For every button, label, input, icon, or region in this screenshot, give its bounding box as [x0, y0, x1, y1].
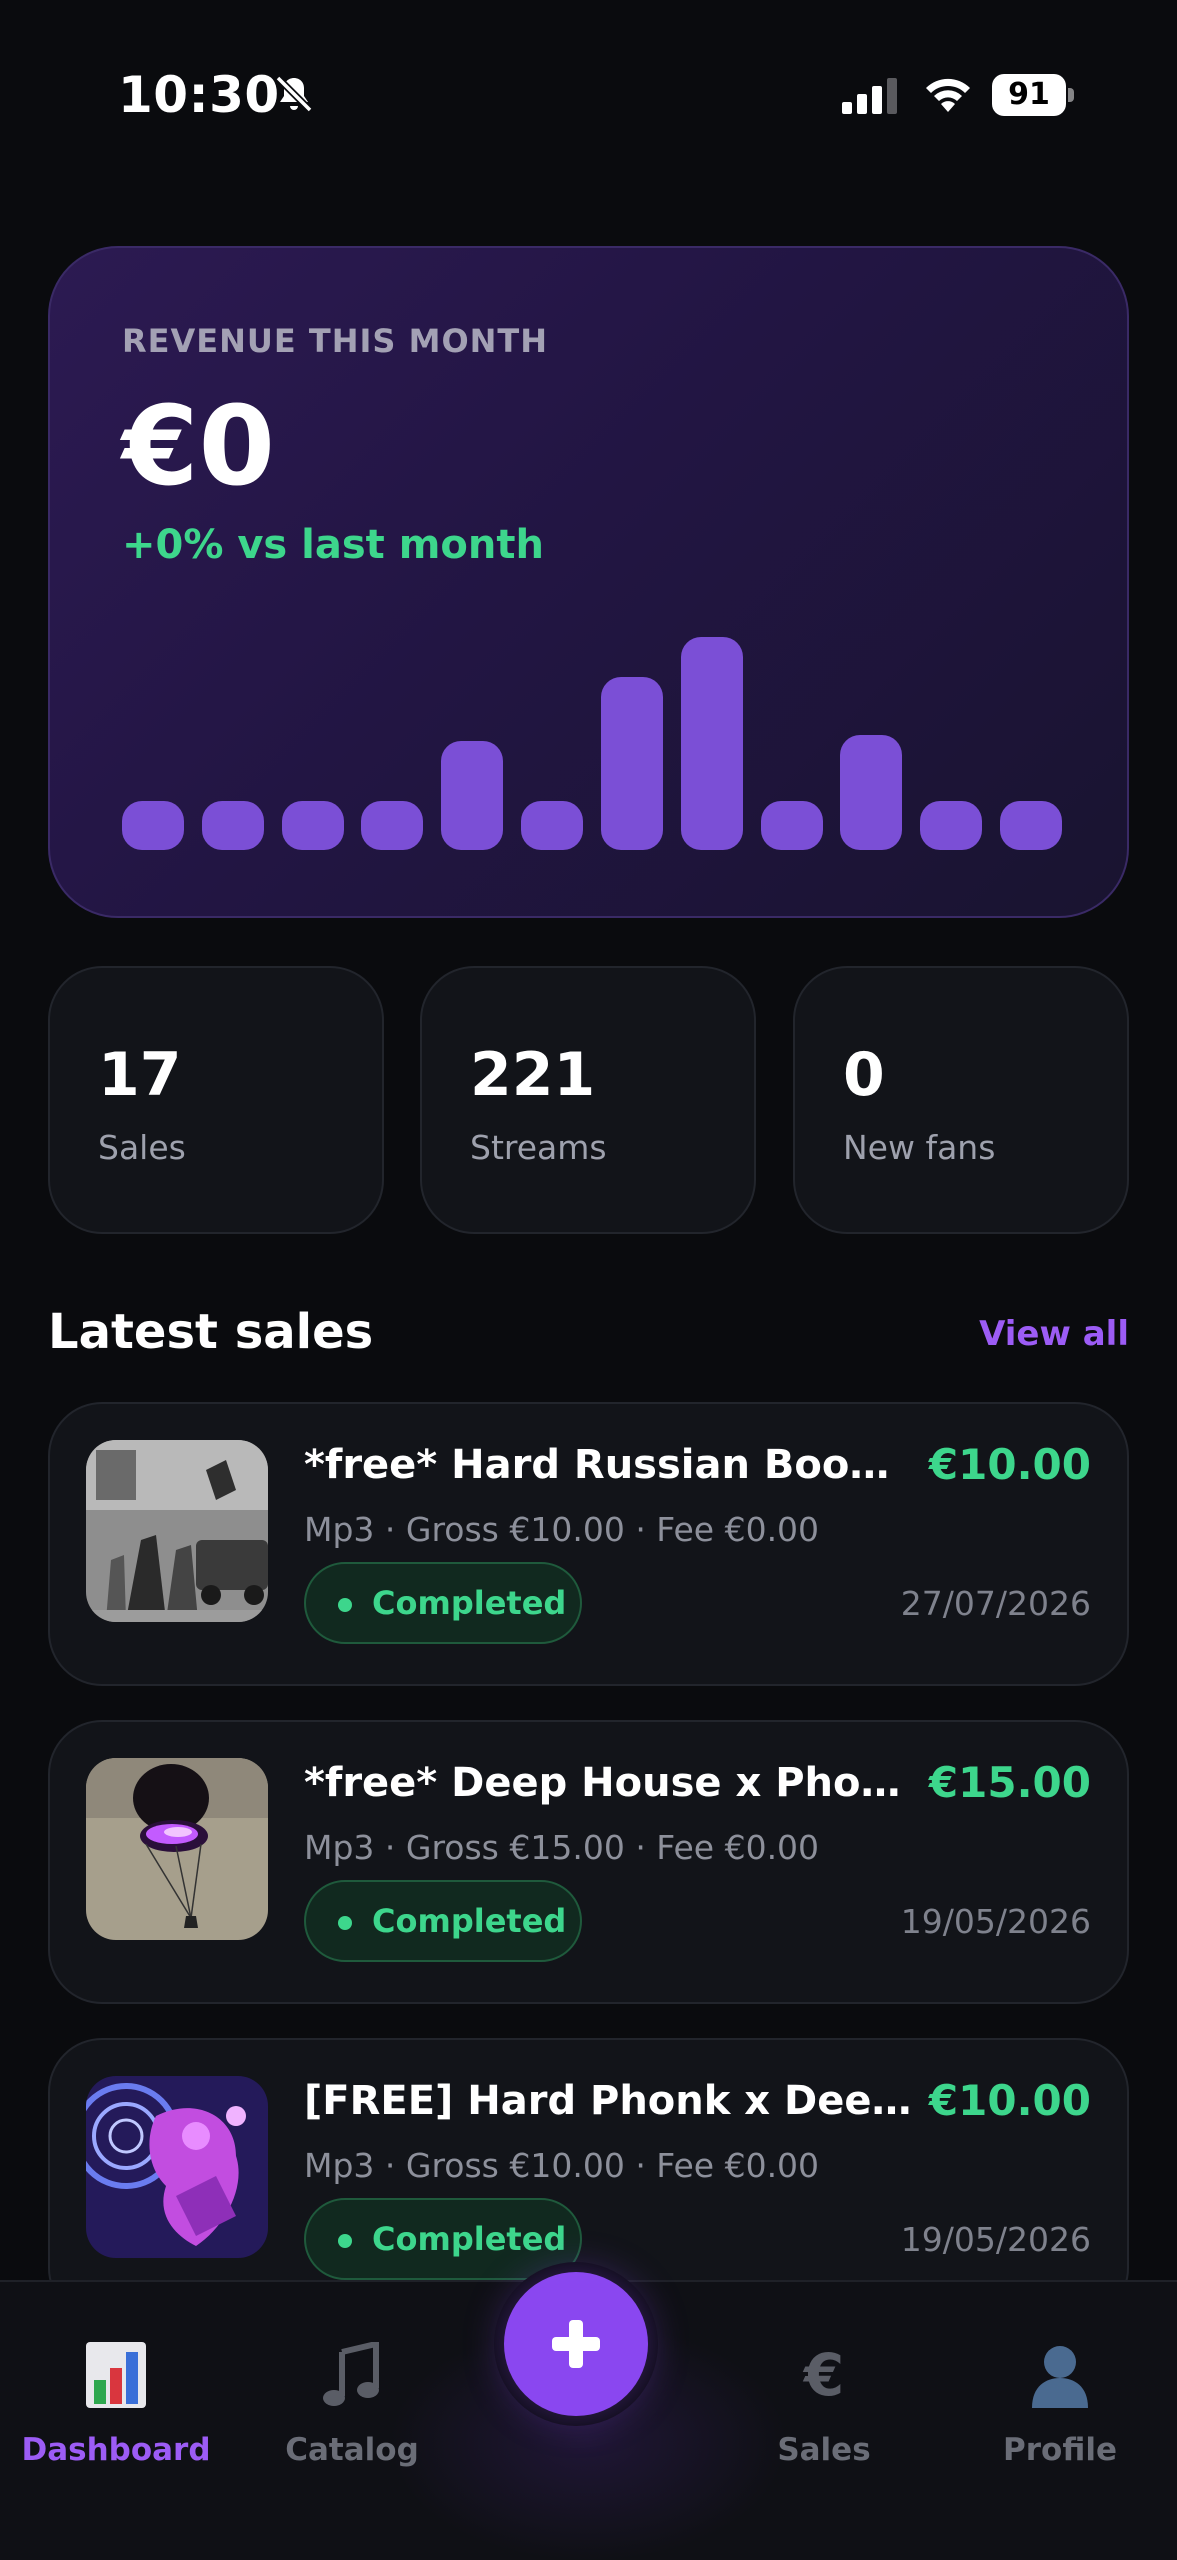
revenue-bar [681, 637, 743, 850]
stat-card-new-fans[interactable]: 0 New fans [793, 966, 1129, 1234]
tab-profile[interactable]: Profile [950, 2342, 1170, 2512]
tab-label: Dashboard [21, 2432, 211, 2468]
stat-label: Sales [98, 1128, 186, 1167]
revenue-bar [761, 801, 823, 850]
sale-artwork [86, 1758, 268, 1940]
wifi-icon [926, 78, 970, 112]
sale-item[interactable]: *free* Hard Russian Boom... €10.00 Mp3 ·… [48, 1402, 1129, 1686]
tab-label: Catalog [285, 2432, 419, 2468]
sale-amount: €10.00 [928, 2076, 1091, 2125]
stat-value: 0 [843, 1040, 885, 1110]
revenue-card[interactable]: REVENUE THIS MONTH €0 +0% vs last month [48, 246, 1129, 918]
stat-card-streams[interactable]: 221 Streams [420, 966, 756, 1234]
revenue-bar [122, 801, 184, 850]
status-badge: Completed [304, 1880, 582, 1962]
sale-meta: Mp3 · Gross €10.00 · Fee €0.00 [304, 1510, 820, 1549]
revenue-bar [601, 677, 663, 850]
tab-label: Sales [777, 2432, 871, 2468]
revenue-bar [202, 801, 264, 850]
sale-title: *free* Deep House x Phon... [304, 1760, 924, 1806]
status-time: 10:30 [118, 66, 280, 124]
sale-title: [FREE] Hard Phonk x Deep... [304, 2078, 924, 2124]
sale-date: 19/05/2026 [900, 1902, 1091, 1941]
euro-glyph: € [803, 2341, 845, 2409]
tab-catalog[interactable]: Catalog [242, 2342, 462, 2512]
revenue-bar [840, 735, 902, 850]
revenue-bar [441, 741, 503, 850]
revenue-value: €0 [122, 382, 276, 510]
status-text: Completed [372, 1584, 567, 1622]
tab-dashboard[interactable]: Dashboard [6, 2342, 226, 2512]
add-button[interactable] [494, 2262, 658, 2426]
signal-icon [842, 78, 897, 114]
revenue-bar [920, 801, 982, 850]
sale-date: 19/05/2026 [900, 2220, 1091, 2259]
status-text: Completed [372, 1902, 567, 1940]
revenue-label: REVENUE THIS MONTH [122, 322, 549, 360]
sale-artwork [86, 1440, 268, 1622]
status-text: Completed [372, 2220, 567, 2258]
status-bar: 10:30 91 [0, 0, 1177, 190]
revenue-bar [282, 801, 344, 850]
status-dot-icon [338, 1916, 352, 1930]
stat-value: 17 [98, 1040, 182, 1110]
status-dot-icon [338, 1598, 352, 1612]
view-all-link[interactable]: View all [979, 1314, 1129, 1354]
sale-amount: €10.00 [928, 1440, 1091, 1489]
status-dot-icon [338, 2234, 352, 2248]
stat-label: Streams [470, 1128, 607, 1167]
sale-artwork [86, 2076, 268, 2258]
revenue-bar [361, 801, 423, 850]
sale-date: 27/07/2026 [900, 1584, 1091, 1623]
person-icon [1032, 2346, 1088, 2408]
sale-title: *free* Hard Russian Boom... [304, 1442, 924, 1488]
stat-value: 221 [470, 1040, 596, 1110]
sale-item[interactable]: *free* Deep House x Phon... €15.00 Mp3 ·… [48, 1720, 1129, 2004]
battery-cap [1068, 88, 1074, 102]
battery-indicator: 91 [992, 74, 1074, 116]
plus-icon [569, 2320, 583, 2368]
sale-meta: Mp3 · Gross €10.00 · Fee €0.00 [304, 2146, 820, 2185]
status-badge: Completed [304, 2198, 582, 2280]
tab-label: Profile [1003, 2432, 1117, 2468]
latest-sales-title: Latest sales [48, 1304, 374, 1360]
revenue-bar [1000, 801, 1062, 850]
stat-card-sales[interactable]: 17 Sales [48, 966, 384, 1234]
stat-label: New fans [843, 1128, 996, 1167]
tab-sales[interactable]: € Sales [714, 2342, 934, 2512]
music-note-icon [323, 2342, 379, 2406]
status-badge: Completed [304, 1562, 582, 1644]
bottom-tab-bar: Dashboard Catalog € Sales Profile [0, 2262, 1177, 2560]
sale-amount: €15.00 [928, 1758, 1091, 1807]
revenue-bar-chart [122, 628, 1062, 850]
add-button-circle [504, 2272, 648, 2416]
euro-icon: € [794, 2342, 854, 2408]
sale-meta: Mp3 · Gross €15.00 · Fee €0.00 [304, 1828, 820, 1867]
bar-chart-icon [86, 2342, 146, 2408]
battery-level: 91 [992, 74, 1066, 116]
revenue-bar [521, 801, 583, 850]
revenue-change: +0% vs last month [122, 522, 544, 568]
bell-muted-icon [275, 75, 313, 113]
